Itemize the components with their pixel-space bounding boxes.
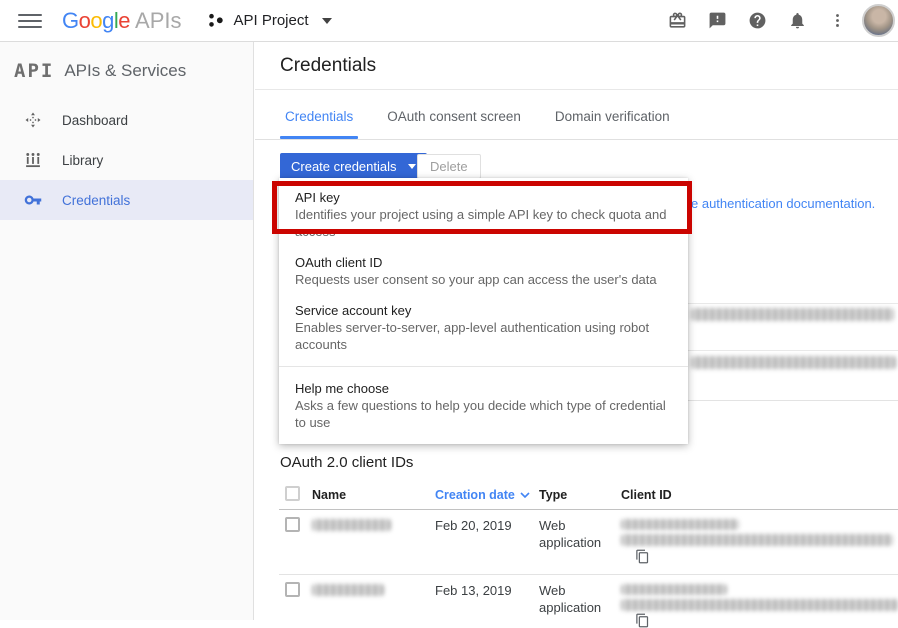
redacted-text bbox=[691, 308, 894, 321]
notifications-icon[interactable] bbox=[777, 1, 817, 41]
menu-item-description: Asks a few questions to help you decide … bbox=[295, 397, 672, 431]
redacted-client-name bbox=[312, 584, 384, 596]
type-cell: Web application bbox=[539, 582, 613, 616]
sidebar: API APIs & Services Dashboard Library Cr… bbox=[0, 42, 254, 620]
tab-credentials[interactable]: Credentials bbox=[280, 109, 358, 139]
chevron-down-icon bbox=[322, 18, 332, 24]
menu-item-title: Help me choose bbox=[295, 380, 672, 397]
sidebar-item-label: Credentials bbox=[62, 193, 130, 208]
logo-letter: G bbox=[62, 8, 79, 33]
column-header-label: Creation date bbox=[435, 488, 515, 502]
create-credentials-label: Create credentials bbox=[291, 159, 397, 174]
sidebar-item-label: Dashboard bbox=[62, 113, 128, 128]
main-content: Credentials Credentials OAuth consent sc… bbox=[255, 42, 898, 620]
sidebar-item-library[interactable]: Library bbox=[0, 140, 253, 180]
menu-item-description: Enables server-to-server, app-level auth… bbox=[295, 319, 672, 353]
authentication-documentation-link[interactable]: e authentication documentation. bbox=[691, 196, 875, 211]
menu-icon[interactable] bbox=[18, 9, 42, 33]
sidebar-header: API APIs & Services bbox=[0, 42, 253, 100]
google-apis-logo[interactable]: GoogleAPIs bbox=[62, 8, 181, 34]
sidebar-item-label: Library bbox=[62, 153, 103, 168]
create-credentials-button[interactable]: Create credentials bbox=[280, 153, 427, 180]
type-cell: Web application bbox=[539, 517, 613, 551]
row-checkbox[interactable] bbox=[285, 582, 300, 597]
library-icon bbox=[24, 151, 42, 169]
tab-domain-verification[interactable]: Domain verification bbox=[550, 109, 675, 139]
table-header-divider bbox=[279, 509, 898, 510]
create-credentials-menu: API key Identifies your project using a … bbox=[279, 178, 688, 444]
row-divider bbox=[279, 574, 898, 575]
redacted-client-id bbox=[621, 519, 739, 530]
copy-icon[interactable] bbox=[635, 613, 650, 628]
topbar: GoogleAPIs API Project bbox=[0, 0, 898, 42]
column-header-creation-date[interactable]: Creation date bbox=[435, 488, 530, 502]
help-icon[interactable] bbox=[737, 1, 777, 41]
menu-item-api-key[interactable]: API key Identifies your project using a … bbox=[279, 182, 688, 247]
copy-icon[interactable] bbox=[635, 549, 650, 564]
sidebar-item-credentials[interactable]: Credentials bbox=[0, 180, 253, 220]
key-icon bbox=[24, 191, 42, 209]
project-name: API Project bbox=[233, 12, 308, 29]
column-header-type: Type bbox=[539, 488, 567, 502]
redacted-client-id bbox=[621, 584, 727, 595]
logo-letter: o bbox=[90, 8, 102, 33]
menu-item-title: API key bbox=[295, 189, 672, 206]
dashboard-icon bbox=[24, 111, 42, 129]
page-header: Credentials bbox=[255, 42, 898, 90]
select-all-checkbox[interactable] bbox=[285, 486, 300, 501]
sidebar-title: APIs & Services bbox=[64, 61, 186, 81]
menu-item-title: Service account key bbox=[295, 302, 672, 319]
column-header-client-id: Client ID bbox=[621, 488, 672, 502]
menu-item-service-account-key[interactable]: Service account key Enables server-to-se… bbox=[279, 295, 688, 360]
menu-divider bbox=[279, 366, 688, 367]
redacted-client-id bbox=[621, 534, 893, 546]
creation-date-cell: Feb 13, 2019 bbox=[435, 582, 512, 599]
redacted-text bbox=[691, 356, 896, 369]
page-title: Credentials bbox=[280, 55, 376, 77]
logo-apis-text: APIs bbox=[135, 8, 181, 33]
menu-item-description: Identifies your project using a simple A… bbox=[295, 206, 672, 240]
more-vert-icon[interactable] bbox=[817, 1, 857, 41]
logo-letter: o bbox=[79, 8, 91, 33]
avatar[interactable] bbox=[862, 4, 895, 37]
tab-bar: Credentials OAuth consent screen Domain … bbox=[255, 91, 898, 140]
row-checkbox[interactable] bbox=[285, 517, 300, 532]
gift-icon[interactable] bbox=[657, 1, 697, 41]
api-logo: API bbox=[14, 60, 54, 82]
project-icon bbox=[207, 12, 224, 29]
feedback-icon[interactable] bbox=[697, 1, 737, 41]
redacted-client-id bbox=[621, 599, 898, 611]
column-header-name: Name bbox=[312, 488, 346, 502]
menu-item-title: OAuth client ID bbox=[295, 254, 672, 271]
sort-chevron-icon bbox=[520, 492, 530, 498]
chevron-down-icon bbox=[408, 164, 416, 169]
sidebar-item-dashboard[interactable]: Dashboard bbox=[0, 100, 253, 140]
menu-item-oauth-client-id[interactable]: OAuth client ID Requests user consent so… bbox=[279, 247, 688, 295]
oauth-clients-heading: OAuth 2.0 client IDs bbox=[280, 454, 413, 471]
topbar-actions bbox=[657, 1, 898, 41]
redacted-client-name bbox=[312, 519, 391, 531]
logo-letter: e bbox=[118, 8, 130, 33]
project-selector[interactable]: API Project bbox=[207, 12, 331, 29]
delete-button[interactable]: Delete bbox=[417, 154, 481, 179]
tab-oauth-consent-screen[interactable]: OAuth consent screen bbox=[382, 109, 526, 139]
menu-item-description: Requests user consent so your app can ac… bbox=[295, 271, 672, 288]
sidebar-nav: Dashboard Library Credentials bbox=[0, 100, 253, 220]
logo-letter: g bbox=[102, 8, 114, 33]
creation-date-cell: Feb 20, 2019 bbox=[435, 517, 512, 534]
menu-item-help-me-choose[interactable]: Help me choose Asks a few questions to h… bbox=[279, 373, 688, 438]
